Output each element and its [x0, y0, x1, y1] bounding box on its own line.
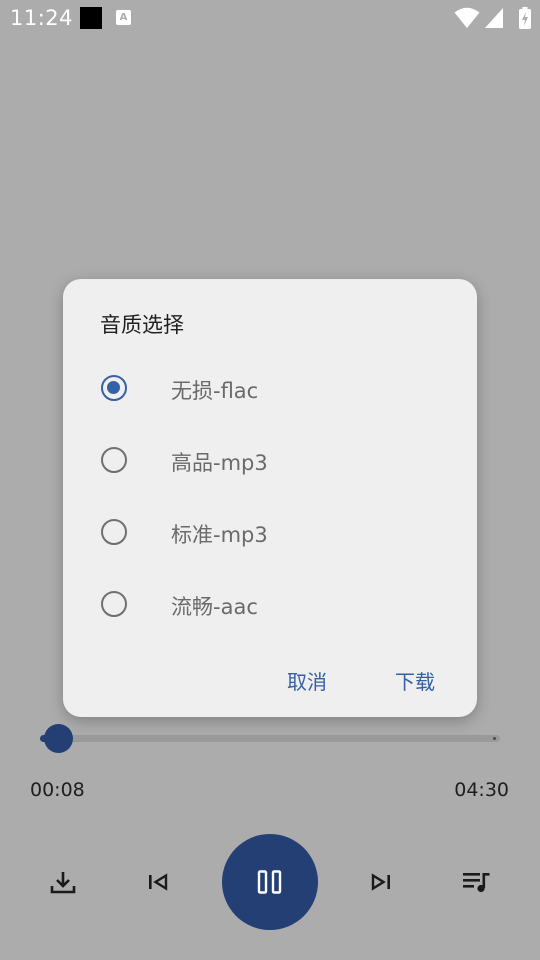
download-icon [50, 872, 76, 894]
keyboard-notification-icon: A [116, 10, 131, 25]
seekbar-track[interactable] [40, 735, 500, 742]
cellular-signal-icon [485, 8, 503, 28]
download-button[interactable] [39, 858, 87, 906]
option-label: 流畅-aac [171, 595, 258, 619]
wifi-icon [454, 7, 480, 28]
seekbar-thumb[interactable] [44, 724, 73, 753]
play-pause-button[interactable] [222, 834, 318, 930]
status-time: 11:24 [10, 6, 74, 30]
option-label: 无损-flac [171, 379, 259, 403]
quality-dialog: 音质选择 无损-flac 高品-mp3 标准-mp3 流畅-aac 取消 下载 [63, 279, 477, 717]
skip-next-icon [371, 873, 390, 891]
battery-charging-icon [519, 7, 531, 29]
skip-previous-button[interactable] [134, 858, 182, 906]
playlist-button[interactable] [453, 858, 501, 906]
option-label: 高品-mp3 [171, 451, 268, 475]
cancel-button[interactable]: 取消 [287, 666, 327, 695]
screen: 11:24 A 00:08 04:30 音质选择 无损-flac 高品-mp3 … [0, 0, 540, 960]
skip-previous-icon [149, 873, 168, 891]
download-confirm-button[interactable]: 下载 [395, 666, 435, 695]
option-smooth-aac[interactable]: 流畅-aac [63, 575, 477, 639]
status-bar: 11:24 A [0, 0, 540, 36]
radio-button-checked[interactable] [101, 375, 127, 401]
pause-icon [257, 870, 282, 894]
queue-music-icon [463, 873, 490, 893]
option-label: 标准-mp3 [171, 523, 268, 547]
seekbar-end-marker [493, 737, 496, 740]
skip-next-button[interactable] [357, 858, 405, 906]
dialog-title: 音质选择 [100, 313, 184, 337]
radio-button[interactable] [101, 447, 127, 473]
option-standard-mp3[interactable]: 标准-mp3 [63, 503, 477, 567]
total-time: 04:30 [454, 779, 509, 801]
radio-button[interactable] [101, 591, 127, 617]
current-time: 00:08 [30, 779, 85, 801]
option-high-mp3[interactable]: 高品-mp3 [63, 431, 477, 495]
radio-button[interactable] [101, 519, 127, 545]
notification-icon [80, 7, 102, 29]
option-lossless-flac[interactable]: 无损-flac [63, 359, 477, 423]
